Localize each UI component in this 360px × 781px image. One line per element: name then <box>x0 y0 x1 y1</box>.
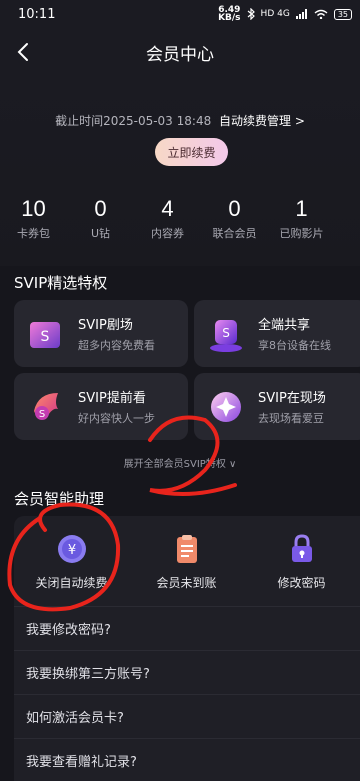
faq-item-activate-card[interactable]: 如何激活会员卡? <box>14 694 360 738</box>
privilege-desc: 去现场看爱豆 <box>258 412 324 425</box>
svg-text:S: S <box>222 326 230 340</box>
status-icons: 6.49 KB/s HD 4G 35 <box>218 5 352 23</box>
privilege-desc: 享8台设备在线 <box>258 339 331 352</box>
privilege-card-early-access[interactable]: S SVIP提前看 好内容快人一步 <box>14 373 188 440</box>
expand-privileges-link[interactable]: 展开全部会员SVIP特权 ∨ <box>0 455 360 470</box>
svg-text:S: S <box>41 329 50 345</box>
multi-device-icon: S <box>210 319 242 352</box>
renew-button[interactable]: 立即续费 <box>155 138 228 166</box>
wifi-icon <box>314 9 328 19</box>
status-bar: 10:11 6.49 KB/s HD 4G 35 <box>0 0 360 28</box>
privilege-name: SVIP在现场 <box>258 391 326 406</box>
nav-bar: 会员中心 <box>0 28 360 76</box>
bluetooth-icon <box>247 8 255 20</box>
faq-list: 我要修改密码? 我要换绑第三方账号? 如何激活会员卡? 我要查看赠礼记录? <box>14 606 360 781</box>
assistant-section-title: 会员智能助理 <box>14 490 105 508</box>
privilege-name: SVIP提前看 <box>78 391 146 406</box>
stat-label: 联合会员 <box>212 227 257 240</box>
stat-label: U钻 <box>90 227 111 240</box>
privilege-name: SVIP剧场 <box>78 318 133 333</box>
svip-theater-icon: S <box>30 321 60 348</box>
lock-icon <box>291 534 312 562</box>
faq-item-gift-records[interactable]: 我要查看赠礼记录? <box>14 738 360 781</box>
privileges-section-title: SVIP精选特权 <box>14 274 108 292</box>
network-type-label: HD 4G <box>260 9 290 19</box>
stat-joint-membership[interactable]: 0 联合会员 <box>201 196 268 241</box>
expire-date-text: 截止时间2025-05-03 18:48 <box>55 114 212 128</box>
stat-value: 1 <box>295 196 308 221</box>
yuan-coin-icon: ¥ <box>57 535 86 563</box>
status-time: 10:11 <box>18 6 56 22</box>
stat-value: 4 <box>161 196 174 221</box>
clipboard-icon <box>176 535 197 563</box>
faq-item-change-password[interactable]: 我要修改密码? <box>14 606 360 650</box>
assistant-panel: ¥ 关闭自动续费 会员未到账 修改密码 我要修改密码? 我要换绑第三方账号? 如… <box>14 516 360 781</box>
privileges-grid: S SVIP剧场 超多内容免费看 S 全端共享 享8台设备在线 S SVIP提前… <box>14 300 360 440</box>
privilege-name: 全端共享 <box>258 318 311 333</box>
faq-item-rebind-account[interactable]: 我要换绑第三方账号? <box>14 650 360 694</box>
stat-label: 已购影片 <box>279 227 324 240</box>
stat-purchased-films[interactable]: 1 已购影片 <box>268 196 335 241</box>
stat-coupons[interactable]: 10 卡券包 <box>0 196 67 241</box>
assistant-quick-actions: ¥ 关闭自动续费 会员未到账 修改密码 <box>14 516 360 598</box>
network-speed: 6.49 KB/s <box>218 5 241 23</box>
auto-renew-manage-link[interactable]: 自动续费管理 > <box>219 114 305 128</box>
membership-expire-row: 截止时间2025-05-03 18:48 自动续费管理 > <box>0 112 360 129</box>
privilege-desc: 超多内容免费看 <box>78 339 155 352</box>
stat-label: 内容券 <box>151 227 184 240</box>
stat-u-diamond[interactable]: 0 U钻 <box>67 196 134 241</box>
cancel-auto-renew-button[interactable]: ¥ 关闭自动续费 <box>14 532 129 598</box>
early-access-icon: S <box>34 392 58 420</box>
privilege-card-multi-device[interactable]: S 全端共享 享8台设备在线 <box>194 300 360 367</box>
stat-content-vouchers[interactable]: 4 内容券 <box>134 196 201 241</box>
battery-icon: 35 <box>333 8 352 20</box>
back-arrow-icon[interactable] <box>12 38 38 66</box>
action-label: 关闭自动续费 <box>35 576 108 590</box>
membership-not-received-button[interactable]: 会员未到账 <box>129 532 244 598</box>
privilege-desc: 好内容快人一步 <box>78 412 155 425</box>
change-password-button[interactable]: 修改密码 <box>244 532 359 598</box>
page-title: 会员中心 <box>146 44 214 65</box>
stat-value: 10 <box>21 196 46 221</box>
action-label: 会员未到账 <box>156 576 217 590</box>
stat-label: 卡券包 <box>17 227 50 240</box>
signal-icon <box>295 9 307 19</box>
stat-value: 0 <box>228 196 241 221</box>
action-label: 修改密码 <box>277 576 326 590</box>
stat-value: 0 <box>94 196 107 221</box>
svg-text:¥: ¥ <box>67 543 75 558</box>
svg-text:S: S <box>39 409 45 420</box>
privilege-card-live[interactable]: SVIP在现场 去现场看爱豆 <box>194 373 360 440</box>
privilege-card-theater[interactable]: S SVIP剧场 超多内容免费看 <box>14 300 188 367</box>
stats-row: 10 卡券包 0 U钻 4 内容券 0 联合会员 1 已购影片 <box>0 196 360 241</box>
live-event-icon <box>211 391 241 422</box>
